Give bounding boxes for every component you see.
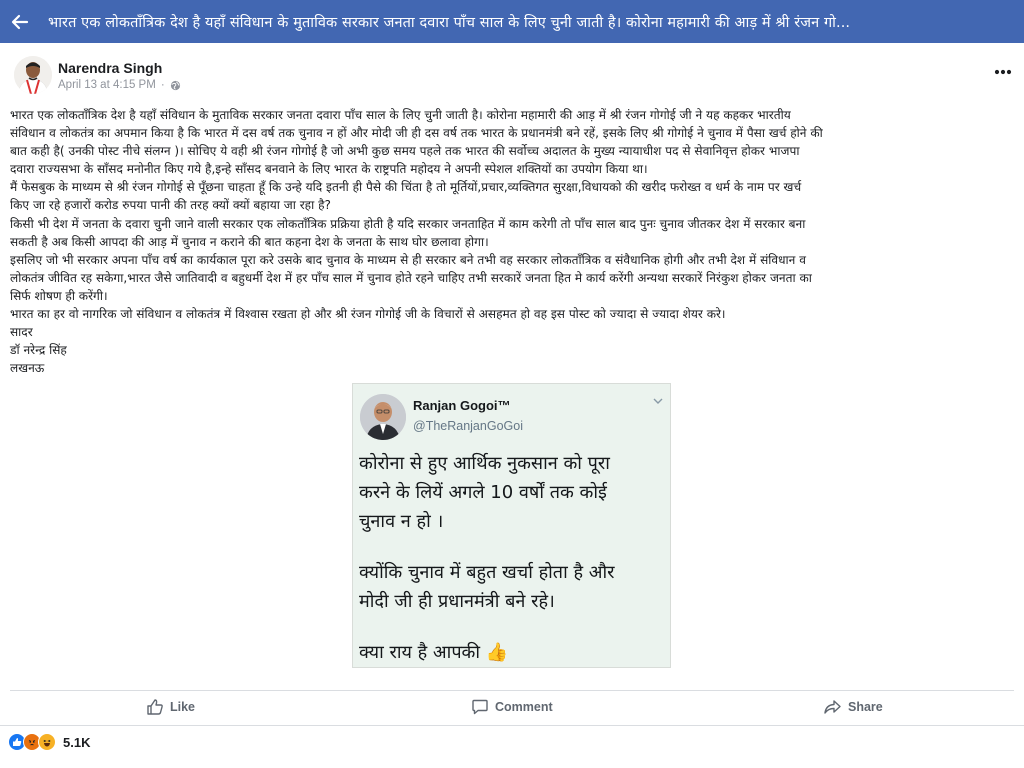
tweet-question: क्या राय है आपकी	[359, 642, 481, 663]
globe-icon	[170, 80, 180, 90]
back-button[interactable]	[0, 0, 40, 43]
post-line: संविधान व लोकतंत्र का अपमान किया है कि भ…	[10, 126, 823, 141]
back-arrow-icon	[11, 14, 29, 29]
chevron-down-icon	[653, 398, 663, 404]
actions-divider-top	[10, 690, 1014, 691]
post-line: भारत एक लोकताँत्रिक देश है यहाँ संविधान …	[10, 108, 791, 122]
comment-button[interactable]: Comment	[471, 692, 553, 722]
tweet-author-name: Ranjan Gogoi™	[413, 398, 511, 413]
post-text: भारत एक लोकताँत्रिक देश है यहाँ संविधान …	[10, 106, 1020, 377]
reaction-count: 5.1K	[63, 734, 91, 750]
tweet-line: कोरोना से हुए आर्थिक नुकसान को पूरा	[359, 453, 610, 474]
tweet-line: करने के लियें अगले 10 वर्षों तक कोई	[359, 482, 607, 503]
author-photo-icon	[14, 56, 52, 94]
post-line: सकती है अब किसी आपदा की आड़ में चुनाव न …	[10, 234, 489, 249]
tweet-author-photo-icon	[360, 394, 406, 440]
share-arrow-icon	[824, 700, 841, 714]
thumbs-up-emoji-icon: 👍	[485, 642, 509, 663]
more-options-button[interactable]	[990, 64, 1016, 80]
post-line: मैं फेसबुक के माध्यम से श्री रंजन गोगोई …	[10, 180, 802, 195]
post-meta: April 13 at 4:15 PM ·	[58, 79, 181, 91]
reactions-summary[interactable]: 5.1K	[8, 733, 90, 751]
post-line: इसलिए जो भी सरकार अपना पाँच वर्ष का कार्…	[10, 252, 806, 267]
more-dots-icon	[994, 69, 1012, 75]
angry-face-icon	[28, 740, 36, 746]
post-line: लखनऊ	[10, 361, 45, 376]
post-line: डॉ नरेन्द्र सिंह	[10, 343, 67, 358]
page-title: भारत एक लोकताँत्रिक देश है यहाँ संविधान …	[48, 14, 851, 31]
post-line: किसी भी देश में जनता के दवारा चुनी जाने …	[10, 216, 806, 231]
post-line: किए जा रहे हजारों करोड रुपया पानी की तरह…	[10, 198, 331, 213]
tweet-line: चुनाव न हो ।	[359, 511, 444, 532]
tweet-author-handle: @TheRanjanGoGoi	[413, 419, 523, 433]
like-button[interactable]: Like	[146, 692, 195, 722]
attached-tweet-image[interactable]: Ranjan Gogoi™ @TheRanjanGoGoi कोरोना से …	[352, 383, 671, 668]
post-line: सिर्फ शोषण ही करेंगी।	[10, 288, 108, 303]
comment-label: Comment	[495, 700, 553, 714]
post-line: बात कही है( उनकी पोस्ट नीचे संलग्न )। सो…	[10, 144, 800, 159]
post-timestamp[interactable]: April 13 at 4:15 PM	[58, 79, 156, 91]
haha-reaction-icon	[38, 733, 56, 751]
tweet-avatar	[360, 394, 406, 440]
like-reaction-glyph-icon	[13, 738, 22, 746]
meta-separator: ·	[160, 79, 165, 91]
tweet-body: कोरोना से हुए आर्थिक नुकसान को पूरा करने…	[359, 449, 669, 667]
tweet-line: क्या राय है आपकी 👍	[359, 638, 669, 667]
share-button[interactable]: Share	[823, 692, 883, 722]
comment-icon	[472, 699, 488, 715]
laughing-face-icon	[43, 739, 51, 747]
tweet-line: क्योंकि चुनाव में बहुत खर्चा होता है और	[359, 562, 615, 583]
tweet-line: मोदी जी ही प्रधानमंत्री बने रहे।	[359, 591, 555, 612]
post-line: लोकतंत्र जीवित रह सकेगा,भारत जैसे जातिवा…	[10, 270, 812, 285]
post-actions-bar: Like Comment Share	[0, 692, 1024, 724]
actions-divider-bottom	[0, 725, 1024, 726]
post-line: सादर	[10, 325, 33, 340]
author-avatar[interactable]	[14, 56, 52, 94]
author-name[interactable]: Narendra Singh	[58, 60, 162, 76]
thumbs-up-icon	[147, 699, 163, 715]
like-label: Like	[170, 700, 196, 714]
post-line: दवारा राज्यसभा के साँसद मनोनीत किए गये ह…	[10, 162, 648, 177]
post-header: Narendra Singh April 13 at 4:15 PM ·	[0, 50, 1024, 100]
share-label: Share	[848, 700, 883, 714]
post-line: भारत का हर वो नागरिक जो संविधान व लोकतंत…	[10, 307, 726, 322]
top-bar: भारत एक लोकताँत्रिक देश है यहाँ संविधान …	[0, 0, 1024, 43]
